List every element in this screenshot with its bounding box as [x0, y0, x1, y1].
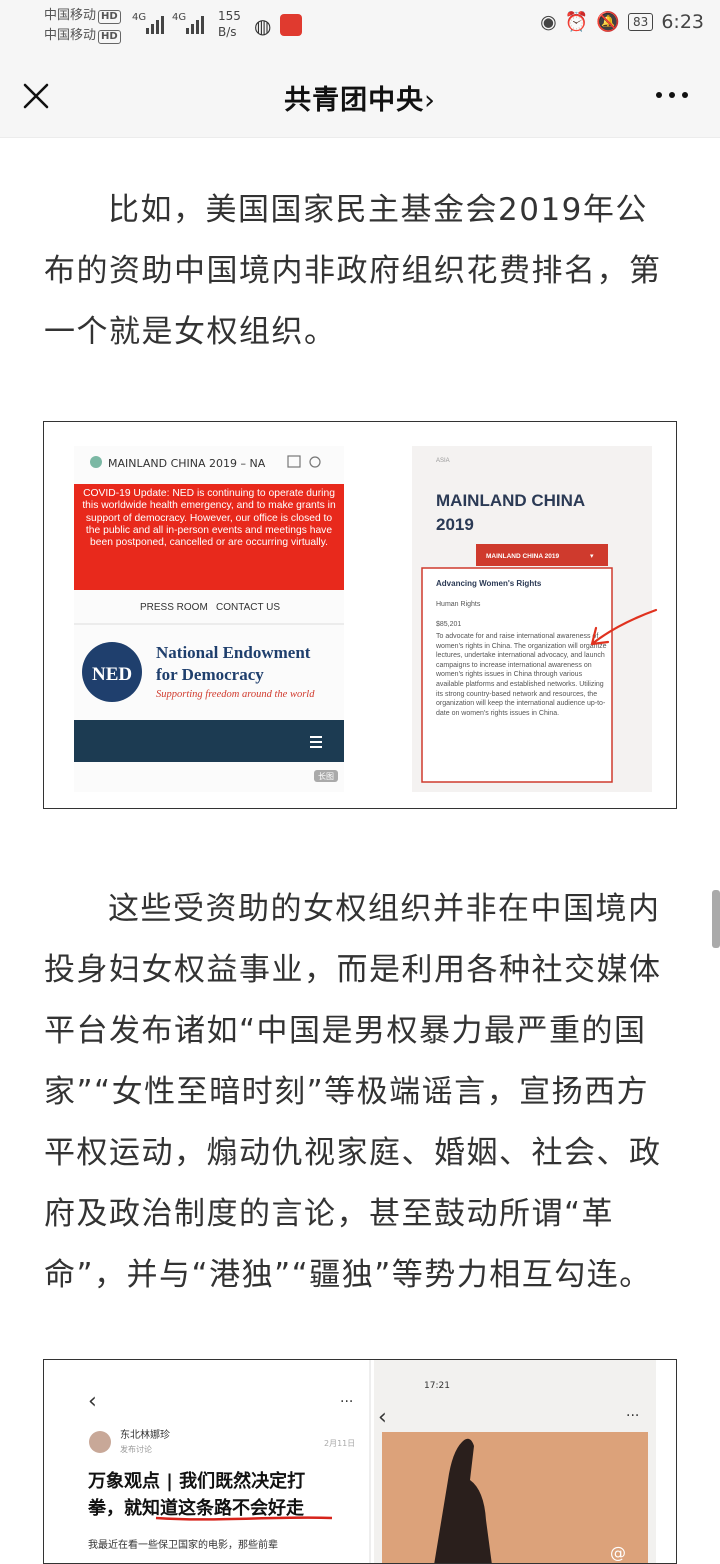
- eye-icon: ◉: [540, 10, 557, 33]
- signal-icon: [186, 14, 204, 34]
- ned-screenshot-image[interactable]: MAINLAND CHINA 2019 – NA COVID-19 Update…: [43, 421, 677, 809]
- region-tag: ASIA: [436, 458, 450, 464]
- carrier-info: 中国移动 HD 中国移动 HD: [44, 6, 121, 46]
- network-type-1: 4G: [132, 12, 147, 23]
- scrollbar[interactable]: [712, 890, 720, 948]
- hd-badge: HD: [98, 10, 121, 24]
- post-subtitle: 发布讨论: [120, 1444, 152, 1454]
- post-headline-1: 万象观点 | 我们既然决定打: [87, 1470, 305, 1492]
- carrier-2: 中国移动: [44, 28, 97, 43]
- social-screenshot-graphic: ‹ ··· 东北林娜珍 发布讨论 2月11日 万象观点 | 我们既然决定打 拳，…: [78, 1360, 656, 1563]
- org-tagline: Supporting freedom around the world: [156, 689, 315, 700]
- clock: 6:23: [661, 10, 704, 33]
- more-icon: ···: [340, 1394, 353, 1410]
- more-icon: ···: [626, 1408, 639, 1424]
- browser-tab-title: MAINLAND CHINA 2019 – NA: [108, 457, 266, 470]
- back-icon: ‹: [88, 1389, 97, 1414]
- avatar: [89, 1431, 111, 1453]
- signal-icon: [146, 14, 164, 34]
- article-paragraph-2: 这些受资助的女权组织并非在中国境内投身妇女权益事业，而是利用各种社交媒体平台发布…: [44, 891, 662, 1293]
- chevron-down-icon: ▾: [590, 552, 594, 560]
- site-icon: [90, 456, 102, 468]
- battery-icon: 83: [628, 12, 654, 31]
- network-speed: 155 B/s: [218, 9, 241, 39]
- author-name: 东北林娜珍: [120, 1428, 170, 1441]
- account-title[interactable]: 共青团中央›: [0, 78, 720, 117]
- post-body: 我最近在看一些保卫国家的电影，那些前辈: [88, 1538, 278, 1551]
- hamburger-icon: [310, 736, 322, 748]
- grant-description: To advocate for and raise international …: [436, 633, 607, 717]
- grant-title: Advancing Women's Rights: [436, 579, 542, 588]
- carrier-1: 中国移动: [44, 8, 97, 23]
- post-date: 2月11日: [324, 1439, 355, 1448]
- press-room-link: PRESS ROOM: [140, 602, 208, 613]
- globe-icon: ◍: [254, 14, 272, 38]
- social-media-screenshot-image[interactable]: ‹ ··· 东北林娜珍 发布讨论 2月11日 万象观点 | 我们既然决定打 拳，…: [43, 1359, 677, 1564]
- app-notification-icon: [280, 14, 302, 36]
- svg-text:长图: 长图: [318, 771, 334, 781]
- hd-badge: HD: [98, 30, 121, 44]
- site-menu-bar: [74, 720, 344, 762]
- article-paragraph-1: 比如，美国国家民主基金会2019年公布的资助中国境内非政府组织花费排名，第一个就…: [44, 192, 662, 350]
- grant-category: Human Rights: [436, 601, 481, 608]
- top-nav-bar: 共青团中央›: [0, 52, 720, 138]
- contact-us-link: CONTACT US: [216, 602, 280, 613]
- country-heading-1: MAINLAND CHINA: [436, 491, 585, 510]
- more-options-icon[interactable]: [656, 92, 688, 98]
- covid-banner-text: COVID-19 Update: NED is continuing to op…: [82, 488, 336, 549]
- mute-icon: 🔕: [596, 11, 621, 33]
- watermark: @: [610, 1543, 626, 1562]
- grant-amount: $85,201: [436, 621, 461, 628]
- ned-screenshot-graphic: MAINLAND CHINA 2019 – NA COVID-19 Update…: [74, 446, 658, 792]
- alarm-icon: ⏰: [564, 11, 589, 33]
- ned-logo-text: NED: [92, 664, 132, 685]
- back-icon: ‹: [378, 1405, 387, 1430]
- org-name-line-2: for Democracy: [156, 665, 264, 684]
- post-headline-2: 拳，就知道这条路不会好走: [87, 1497, 304, 1519]
- status-bar: 中国移动 HD 中国移动 HD 4G 4G 155 B/s ◍ ◉ ⏰ 🔕 83 6:…: [0, 0, 720, 52]
- network-type-2: 4G: [172, 12, 187, 23]
- photo: [382, 1432, 648, 1563]
- phone-time: 17:21: [424, 1381, 450, 1391]
- org-name-line-1: National Endowment: [156, 643, 311, 662]
- svg-text:MAINLAND CHINA 2019: MAINLAND CHINA 2019: [486, 553, 559, 560]
- country-heading-2: 2019: [436, 515, 474, 534]
- status-right: ◉ ⏰ 🔕 83 6:23: [540, 10, 704, 34]
